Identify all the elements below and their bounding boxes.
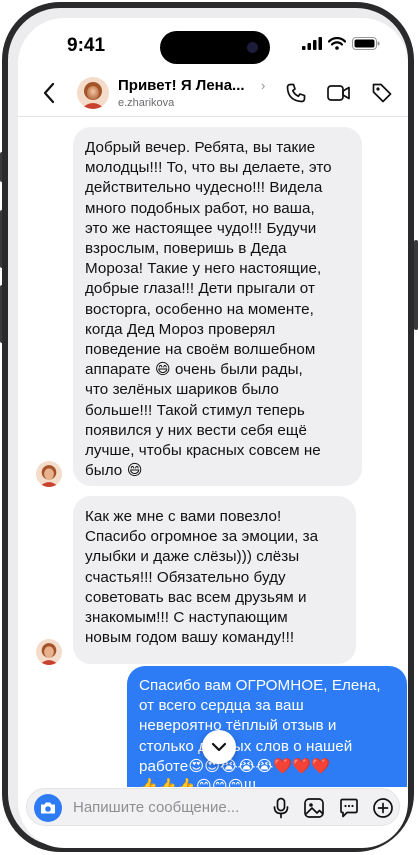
phone-icon[interactable]	[284, 81, 308, 105]
chevron-down-icon	[211, 742, 227, 752]
status-time: 9:41	[67, 35, 106, 56]
message-input[interactable]	[73, 797, 253, 817]
message-list[interactable]: Добрый вечер. Ребята, вы такие молодцы!!…	[18, 117, 408, 787]
sender-avatar[interactable]	[36, 461, 62, 487]
tag-icon[interactable]	[370, 81, 394, 105]
status-bar: 9:41	[18, 18, 408, 70]
sticker-icon[interactable]	[338, 797, 360, 819]
outgoing-message[interactable]: Спасибо вам ОГРОМНОЕ, Елена, от всего се…	[127, 666, 407, 787]
camera-button[interactable]	[34, 794, 62, 822]
front-camera	[247, 42, 258, 53]
power-button	[414, 240, 418, 330]
wifi-icon	[328, 37, 346, 50]
avatar[interactable]	[77, 77, 109, 109]
phone-bezel: 9:41 Привет! Я Лена... › e.zharikova Доб…	[8, 8, 408, 848]
chevron-right-icon[interactable]: ›	[261, 78, 265, 93]
camera-icon	[41, 802, 55, 814]
chevron-left-icon[interactable]	[42, 82, 56, 104]
incoming-message[interactable]: Как же мне с вами повезло! Спасибо огром…	[73, 496, 356, 664]
dynamic-island	[160, 31, 270, 64]
phone-frame: 9:41 Привет! Я Лена... › e.zharikova Доб…	[2, 2, 414, 852]
chat-header: Привет! Я Лена... › e.zharikova	[18, 72, 408, 117]
chat-title[interactable]: Привет! Я Лена...	[118, 77, 245, 94]
cellular-signal-icon	[302, 37, 322, 50]
incoming-message[interactable]: Добрый вечер. Ребята, вы такие молодцы!!…	[73, 127, 362, 486]
plus-circle-icon[interactable]	[372, 797, 394, 819]
status-icons	[302, 37, 380, 50]
sender-avatar[interactable]	[36, 639, 62, 665]
video-icon[interactable]	[326, 81, 352, 105]
message-composer	[26, 788, 400, 826]
chat-username: e.zharikova	[118, 97, 175, 109]
screen: 9:41 Привет! Я Лена... › e.zharikova Доб…	[18, 18, 408, 848]
battery-icon	[352, 37, 380, 50]
microphone-icon[interactable]	[271, 797, 291, 819]
image-icon[interactable]	[303, 797, 325, 819]
scroll-down-button[interactable]	[202, 730, 236, 764]
